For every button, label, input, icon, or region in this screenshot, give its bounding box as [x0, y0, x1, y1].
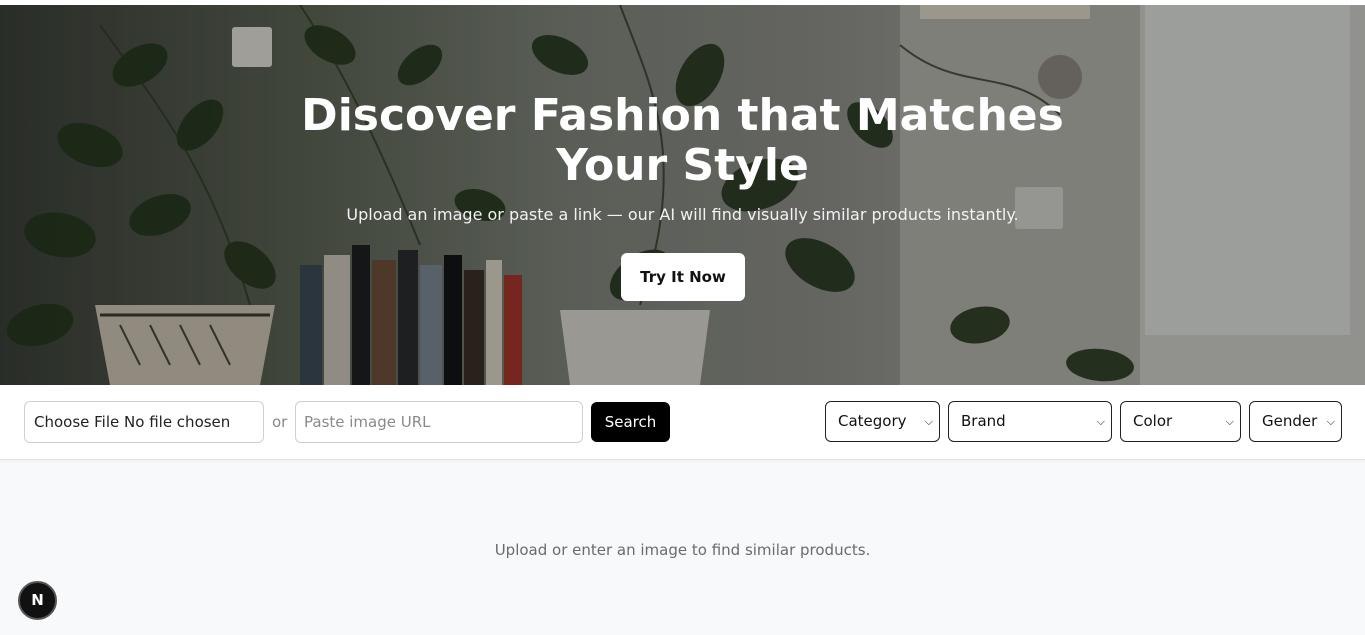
color-select-value: Color — [1133, 412, 1173, 430]
search-button[interactable]: Search — [591, 402, 670, 442]
next-dev-indicator-icon[interactable]: N — [18, 581, 57, 620]
file-upload-input[interactable]: Choose File No file chosen — [24, 401, 264, 443]
chevron-down-icon: ⌵ — [1326, 415, 1335, 428]
category-select-value: Category — [838, 412, 907, 430]
brand-select-value: Brand — [961, 412, 1006, 430]
brand-select[interactable]: Brand ⌵ — [948, 401, 1112, 442]
empty-state-message: Upload or enter an image to find similar… — [494, 541, 871, 559]
or-separator: or — [272, 413, 288, 431]
image-url-input[interactable] — [295, 401, 583, 443]
gender-select-value: Gender — [1262, 412, 1318, 430]
try-it-now-button[interactable]: Try It Now — [621, 253, 745, 301]
hero-subtitle: Upload an image or paste a link — our AI… — [346, 205, 1019, 224]
hero-overlay — [0, 5, 1365, 385]
hero-title-line-1: Discover Fashion that Matches — [301, 90, 1064, 141]
category-select[interactable]: Category ⌵ — [825, 401, 940, 442]
hero-title-line-2: Your Style — [556, 140, 809, 191]
file-status-text: No file chosen — [124, 413, 231, 431]
chevron-down-icon: ⌵ — [924, 415, 933, 428]
gender-select[interactable]: Gender ⌵ — [1249, 401, 1342, 442]
hero-title: Discover Fashion that Matches Your Style — [0, 91, 1365, 191]
choose-file-button[interactable]: Choose File — [34, 413, 119, 431]
chevron-down-icon: ⌵ — [1225, 415, 1234, 428]
hero-banner: Discover Fashion that Matches Your Style… — [0, 5, 1365, 385]
chevron-down-icon: ⌵ — [1096, 415, 1105, 428]
search-toolbar: Choose File No file chosen or Search Cat… — [0, 385, 1365, 460]
color-select[interactable]: Color ⌵ — [1120, 401, 1241, 442]
